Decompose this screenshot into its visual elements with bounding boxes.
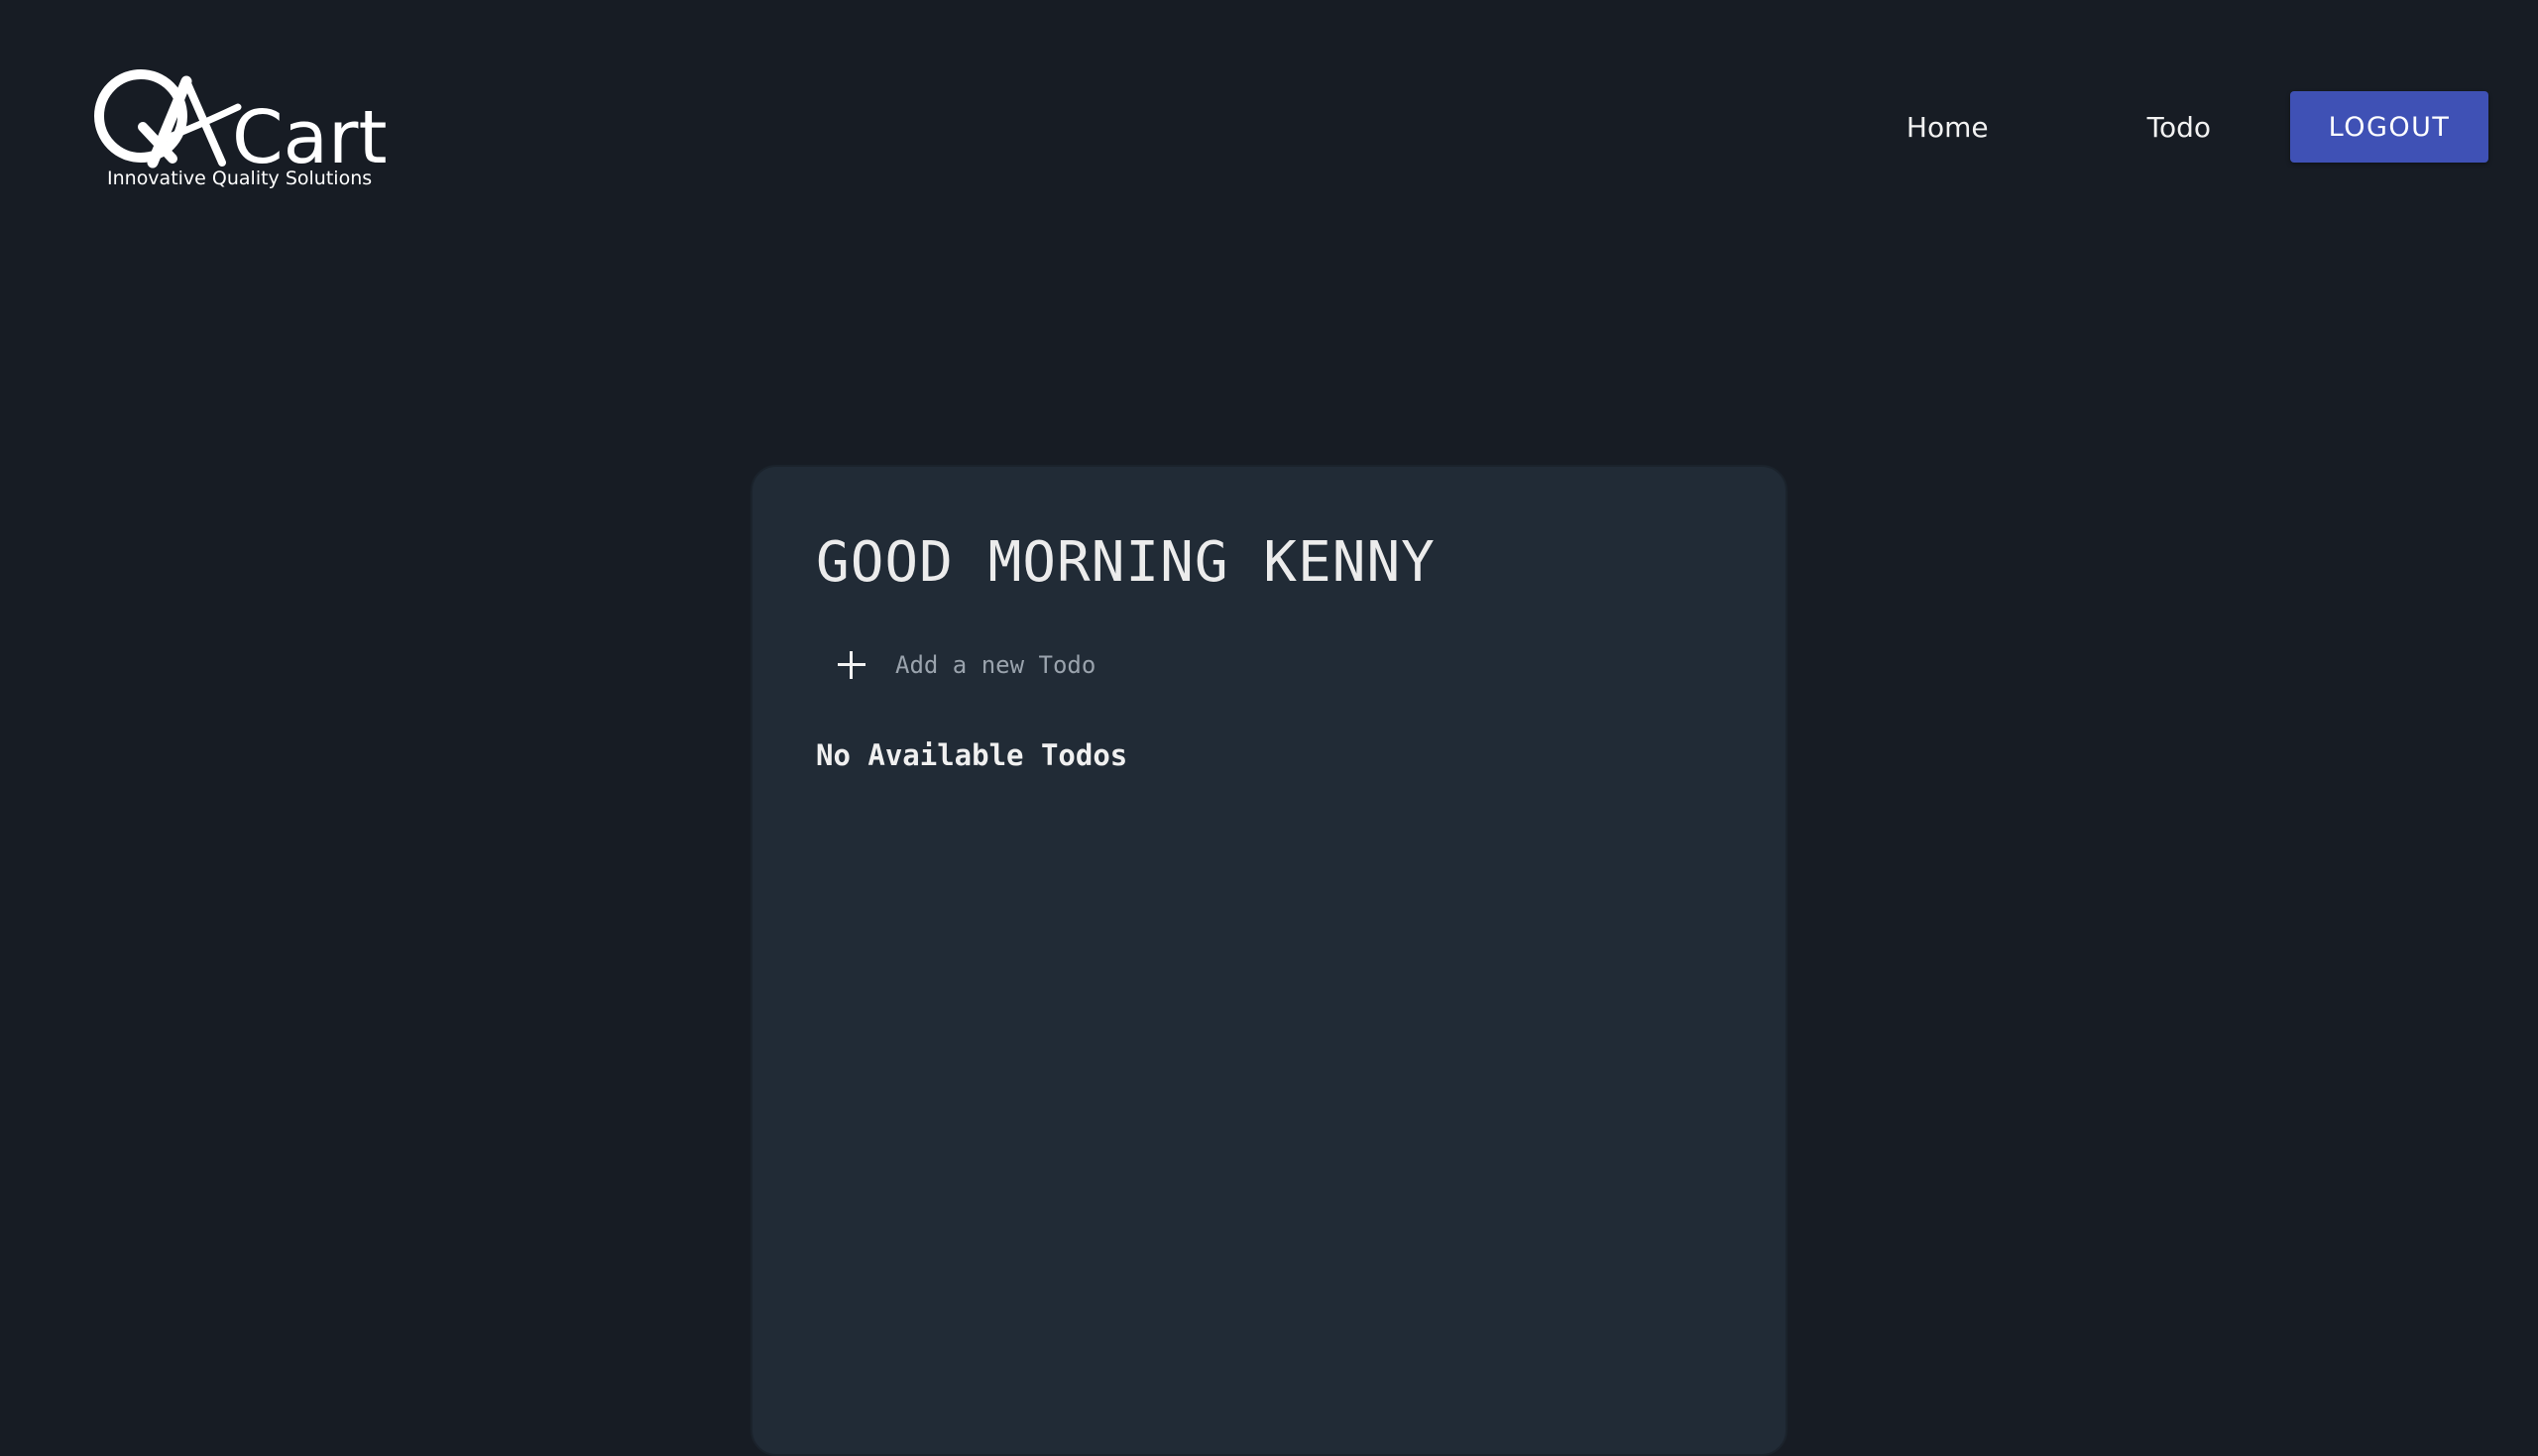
todo-card: GOOD MORNING KENNY No Available Todos: [750, 465, 1788, 1456]
qacart-logo[interactable]: Cart Innovative Quality Solutions: [91, 67, 399, 191]
add-todo-row[interactable]: [838, 651, 1589, 679]
nav-home-link[interactable]: Home: [1906, 111, 1989, 144]
plus-icon[interactable]: [838, 651, 865, 679]
greeting-title: GOOD MORNING KENNY: [816, 530, 1436, 595]
qacart-logo-graphic: Cart Innovative Quality Solutions: [94, 69, 387, 189]
main-nav: Home Todo LOGOUT: [1906, 91, 2488, 163]
logo-tagline: Innovative Quality Solutions: [107, 168, 372, 189]
logout-button[interactable]: LOGOUT: [2290, 91, 2488, 163]
empty-todos-message: No Available Todos: [816, 738, 1128, 772]
top-header: Cart Innovative Quality Solutions Home T…: [0, 0, 2538, 258]
new-todo-input[interactable]: [895, 651, 1589, 679]
nav-todo-link[interactable]: Todo: [2147, 111, 2211, 144]
